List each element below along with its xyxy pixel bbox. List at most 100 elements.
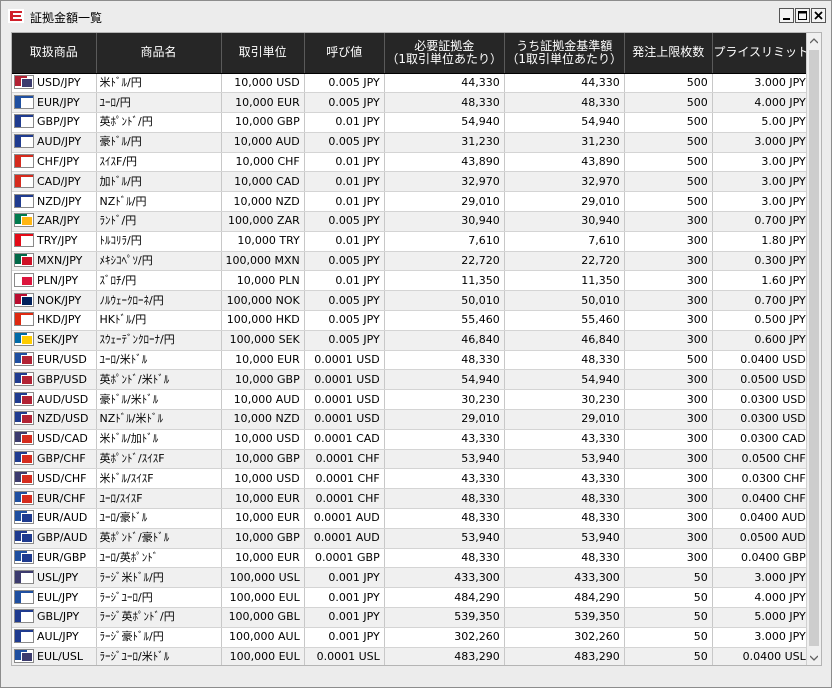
table-row[interactable]: EUR/JPY ﾕｰﾛ/円 10,000 EUR 0.005 JPY 48,330 48,… — [12, 92, 811, 114]
column-header[interactable]: 呼び値 — [304, 33, 385, 74]
price-limit-cell: 4.000 JPY — [712, 92, 811, 114]
required-margin-cell: 433,300 — [384, 567, 505, 589]
column-header[interactable]: 取扱商品 — [12, 33, 97, 74]
table-row[interactable]: GBL/JPY ﾗｰｼﾞ英ﾎﾟﾝﾄﾞ/円 100,000 GBL 0.001 JPY 5… — [12, 607, 811, 628]
table-row[interactable]: GBP/AUD 英ﾎﾟﾝﾄﾞ/豪ﾄﾞﾙ 10,000 GBP 0.0001 AUD 53… — [12, 528, 811, 549]
table-row[interactable]: TRY/JPY ﾄﾙｺﾘﾗ/円 10,000 TRY 0.01 JPY 7,610 7,6… — [12, 231, 811, 252]
base-margin-cell: 44,330 — [504, 73, 625, 94]
close-button[interactable] — [811, 8, 826, 23]
currency-flag-icon — [14, 134, 34, 149]
max-lots-cell: 300 — [624, 548, 713, 569]
vertical-scrollbar[interactable] — [806, 33, 821, 665]
table-row[interactable]: CAD/JPY 加ﾄﾞﾙ/円 10,000 CAD 0.01 JPY 32,970 32,… — [12, 171, 811, 193]
table-row[interactable]: HKD/JPY HKﾄﾞﾙ/円 100,000 HKD 0.005 JPY 55,460… — [12, 310, 811, 331]
column-header[interactable]: 商品名 — [96, 33, 222, 74]
price-limit-cell: 0.0400 USD — [712, 350, 811, 371]
currency-flag-icon — [14, 352, 34, 367]
max-lots-cell: 300 — [624, 468, 713, 490]
maximize-button[interactable] — [795, 8, 810, 23]
max-lots-cell: 500 — [624, 171, 713, 193]
product-name-cell: ﾗﾝﾄﾞ/円 — [96, 211, 222, 232]
window-title: 証拠金額一覧 — [30, 11, 103, 25]
tick-size-cell: 0.005 JPY — [304, 290, 385, 312]
column-header[interactable]: 必要証拠金 （1取引単位あたり） — [384, 33, 505, 74]
title-bar[interactable]: 証拠金額一覧 — [1, 1, 831, 30]
table-row[interactable]: USD/CHF 米ﾄﾞﾙ/ｽｲｽF 10,000 USD 0.0001 CHF 43,3… — [12, 468, 811, 490]
table-row[interactable]: AUL/JPY ﾗｰｼﾞ豪ﾄﾞﾙ/円 100,000 AUL 0.001 JPY 302… — [12, 627, 811, 648]
product-name-cell: ﾗｰｼﾞﾕｰﾛ/米ﾄﾞﾙ — [96, 647, 222, 665]
tick-size-cell: 0.005 JPY — [304, 211, 385, 232]
table-row[interactable]: NZD/JPY NZﾄﾞﾙ/円 10,000 NZD 0.01 JPY 29,010 29… — [12, 191, 811, 213]
max-lots-cell: 500 — [624, 92, 713, 114]
symbol-text: GBP/AUD — [37, 531, 88, 545]
symbol-text: CHF/JPY — [37, 155, 80, 169]
product-name-cell: ｽﾞﾛﾁ/円 — [96, 270, 222, 292]
column-header[interactable]: 取引単位 — [221, 33, 305, 74]
table-row[interactable]: NZD/USD NZﾄﾞﾙ/米ﾄﾞﾙ 10,000 NZD 0.0001 USD 29,… — [12, 409, 811, 430]
max-lots-cell: 300 — [624, 508, 713, 529]
product-name-cell: ﾒｷｼｺﾍﾟｿ/円 — [96, 251, 222, 272]
currency-flag-icon — [14, 114, 34, 129]
symbol-cell: PLN/JPY — [12, 270, 97, 292]
table-row[interactable]: GBP/USD 英ﾎﾟﾝﾄﾞ/米ﾄﾞﾙ 10,000 GBP 0.0001 USD 54… — [12, 369, 811, 391]
trade-unit-cell: 10,000 USD — [221, 429, 305, 450]
base-margin-cell: 48,330 — [504, 350, 625, 371]
currency-flag-icon — [14, 74, 34, 89]
symbol-text: AUD/JPY — [37, 135, 82, 149]
price-limit-cell: 3.00 JPY — [712, 191, 811, 213]
table-row[interactable]: AUD/JPY 豪ﾄﾞﾙ/円 10,000 AUD 0.005 JPY 31,230 31… — [12, 132, 811, 153]
symbol-cell: EUL/JPY — [12, 587, 97, 609]
table-row[interactable]: EUR/GBP ﾕｰﾛ/英ﾎﾟﾝﾄﾞ 10,000 EUR 0.0001 GBP 48,… — [12, 548, 811, 569]
table-row[interactable]: EUL/JPY ﾗｰｼﾞﾕｰﾛ/円 100,000 EUL 0.001 JPY 484,… — [12, 587, 811, 609]
tick-size-cell: 0.0001 GBP — [304, 548, 385, 569]
table-row[interactable]: CHF/JPY ｽｲｽF/円 10,000 CHF 0.01 JPY 43,890 43,… — [12, 152, 811, 173]
tick-size-cell: 0.01 JPY — [304, 231, 385, 252]
symbol-cell: EUR/CHF — [12, 488, 97, 510]
product-name-cell: ﾕｰﾛ/ｽｲｽF — [96, 488, 222, 510]
currency-flag-icon — [14, 530, 34, 545]
table-row[interactable]: MXN/JPY ﾒｷｼｺﾍﾟｿ/円 100,000 MXN 0.005 JPY 22,7… — [12, 251, 811, 272]
table-row[interactable]: PLN/JPY ｽﾞﾛﾁ/円 10,000 PLN 0.01 JPY 11,350 11,… — [12, 270, 811, 292]
table-row[interactable]: USD/CAD 米ﾄﾞﾙ/加ﾄﾞﾙ 10,000 USD 0.0001 CAD 43,3… — [12, 429, 811, 450]
column-header[interactable]: プライスリミット — [712, 33, 811, 74]
table-row[interactable]: USD/JPY 米ﾄﾞﾙ/円 10,000 USD 0.005 JPY 44,330 44… — [12, 73, 811, 94]
trade-unit-cell: 100,000 GBL — [221, 607, 305, 628]
table-row[interactable]: EUR/USD ﾕｰﾛ/米ﾄﾞﾙ 10,000 EUR 0.0001 USD 48,33… — [12, 350, 811, 371]
product-name-cell: ﾗｰｼﾞﾕｰﾛ/円 — [96, 587, 222, 609]
symbol-text: EUR/CHF — [37, 491, 86, 505]
column-header[interactable]: うち証拠金基準額 （1取引単位あたり） — [504, 33, 625, 74]
scrollbar-thumb[interactable] — [809, 50, 819, 646]
table-row[interactable]: EUR/AUD ﾕｰﾛ/豪ﾄﾞﾙ 10,000 EUR 0.0001 AUD 48,33… — [12, 508, 811, 529]
required-margin-cell: 54,940 — [384, 112, 505, 133]
base-margin-cell: 53,940 — [504, 449, 625, 470]
max-lots-cell: 300 — [624, 231, 713, 252]
currency-flag-icon — [14, 391, 34, 406]
table-row[interactable]: SEK/JPY ｽｳｪｰﾃﾞﾝｸﾛｰﾅ/円 100,000 SEK 0.005 JPY… — [12, 330, 811, 351]
column-header[interactable]: 発注上限枚数 — [624, 33, 713, 74]
symbol-text: EUL/JPY — [37, 590, 79, 604]
symbol-cell: NOK/JPY — [12, 290, 97, 312]
table-row[interactable]: AUD/USD 豪ﾄﾞﾙ/米ﾄﾞﾙ 10,000 AUD 0.0001 USD 30,2… — [12, 389, 811, 411]
required-margin-cell: 11,350 — [384, 270, 505, 292]
base-margin-cell: 46,840 — [504, 330, 625, 351]
symbol-cell: AUD/JPY — [12, 132, 97, 153]
table-row[interactable]: EUR/CHF ﾕｰﾛ/ｽｲｽF 10,000 EUR 0.0001 CHF 48,33… — [12, 488, 811, 510]
trade-unit-cell: 10,000 EUR — [221, 350, 305, 371]
table-row[interactable]: GBP/CHF 英ﾎﾟﾝﾄﾞ/ｽｲｽF 10,000 GBP 0.0001 CHF 53… — [12, 449, 811, 470]
symbol-cell: ZAR/JPY — [12, 211, 97, 232]
table-row[interactable]: USL/JPY ﾗｰｼﾞ米ﾄﾞﾙ/円 100,000 USL 0.001 JPY 433… — [12, 567, 811, 589]
scroll-up-button[interactable] — [807, 33, 821, 48]
required-margin-cell: 22,720 — [384, 251, 505, 272]
table-row[interactable]: EUL/USL ﾗｰｼﾞﾕｰﾛ/米ﾄﾞﾙ 100,000 EUL 0.0001 USL… — [12, 647, 811, 665]
base-margin-cell: 30,230 — [504, 389, 625, 411]
minimize-button[interactable] — [779, 8, 794, 23]
table-row[interactable]: ZAR/JPY ﾗﾝﾄﾞ/円 100,000 ZAR 0.005 JPY 30,940 3… — [12, 211, 811, 232]
product-name-cell: 豪ﾄﾞﾙ/円 — [96, 132, 222, 153]
product-name-cell: 米ﾄﾞﾙ/ｽｲｽF — [96, 468, 222, 490]
required-margin-cell: 46,840 — [384, 330, 505, 351]
table-row[interactable]: GBP/JPY 英ﾎﾟﾝﾄﾞ/円 10,000 GBP 0.01 JPY 54,940 5… — [12, 112, 811, 133]
currency-flag-icon — [14, 312, 34, 327]
table-row[interactable]: NOK/JPY ﾉﾙｳｪｰｸﾛｰﾈ/円 100,000 NOK 0.005 JPY 50… — [12, 290, 811, 312]
scroll-down-button[interactable] — [807, 650, 821, 665]
currency-flag-icon — [14, 649, 34, 663]
